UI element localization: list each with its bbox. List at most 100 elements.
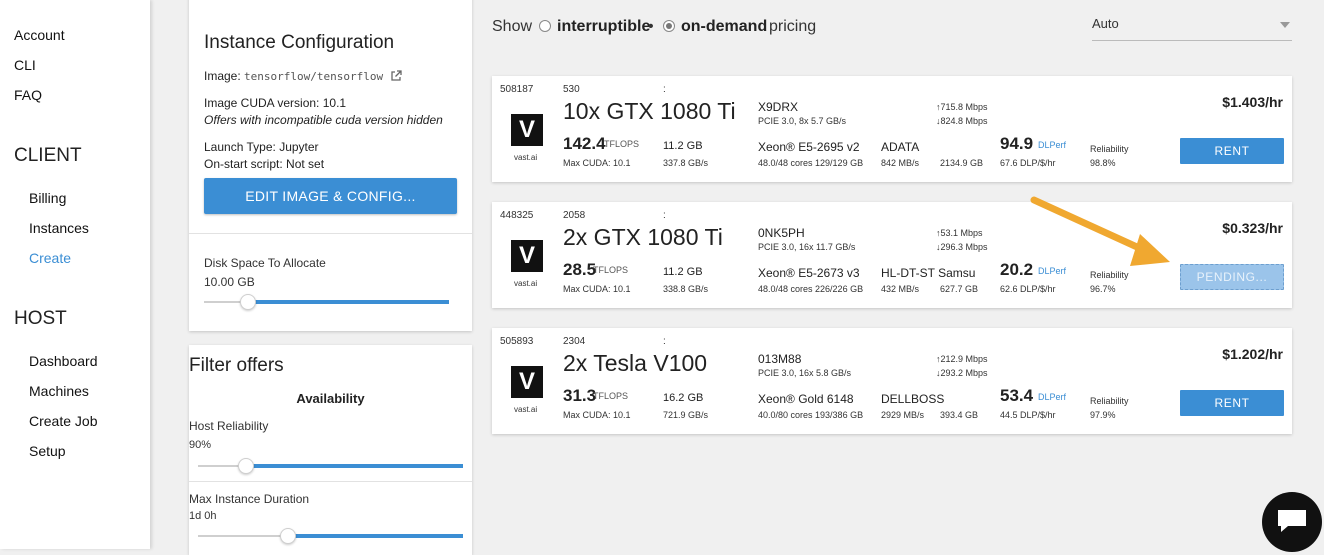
launch-line: Launch Type: Jupyter [204,140,319,154]
interruptible-radio[interactable] [539,20,551,32]
cpu-cores: 40.0/80 cores 193/386 GB [758,410,864,420]
gpu-ram: 16.2 GB [663,392,704,404]
disk-name: HL-DT-ST Samsu [881,266,976,280]
nav-setup-link[interactable]: Setup [29,443,66,459]
price: $1.202/hr [1222,346,1283,362]
rent-button[interactable]: RENT [1180,390,1284,416]
image-line: Image: tensorflow/tensorflow [204,69,403,85]
sort-select-value: Auto [1092,16,1119,31]
vast-logo-icon: V [511,366,543,398]
max-duration-value: 1d 0h [189,510,217,522]
onstart-value: Not set [286,157,325,171]
offer-number: 2304 [563,336,586,347]
logo-caption: vast.ai [514,279,538,288]
disk-space-value: 10.00 GB [204,275,255,289]
pending-button[interactable]: PENDING... [1180,264,1284,290]
tflops-value: 142.4 [563,134,606,153]
net-download: ↓824.8 Mbps [936,116,988,126]
edit-image-config-button[interactable]: EDIT IMAGE & CONFIG... [204,178,457,214]
dlperf-value: 94.9 [1000,134,1034,153]
config-title: Instance Configuration [204,32,395,53]
dlperf-value: 53.4 [1000,386,1034,405]
host-id: 0NK5PH [758,226,805,240]
dlperf-per-dollar: 44.5 DLP/$/hr [1000,410,1056,420]
filter-title: Filter offers [189,355,284,376]
offer-card: 505893 2304: Vvast.ai 2x Tesla V100 31.3 Max … [492,328,1292,434]
tflops-unit: TFLOPS [593,391,629,401]
disk-space-slider[interactable] [204,294,449,310]
nav-machines-link[interactable]: Machines [29,383,89,399]
sort-select[interactable]: Auto [1092,12,1292,41]
on-demand-label[interactable]: on-demand [681,18,767,36]
gpu-bandwidth: 338.8 GB/s [663,284,709,294]
tflops-unit: TFLOPS [593,265,629,275]
price: $1.403/hr [1222,94,1283,110]
max-duration-label: Max Instance Duration [189,492,310,506]
nav-host-header: HOST [14,308,67,329]
pricing-bullet: • [648,18,654,35]
instance-config-card: Instance Configuration Image: tensorflow… [189,0,472,331]
net-upload: ↑715.8 Mbps [936,102,988,112]
nav-billing-link[interactable]: Billing [29,190,66,206]
cpu-cores: 48.0/48 cores 129/129 GB [758,158,864,168]
gpu-ram: 11.2 GB [663,266,703,278]
host-reliability-slider[interactable] [198,458,463,474]
disk-size: 627.7 GB [940,284,979,294]
nav-create-job-link[interactable]: Create Job [29,413,97,429]
filter-offers-card: Filter offers Availability Host Reliabil… [189,345,472,555]
pricing-word: pricing [769,18,817,35]
nav-cli-link[interactable]: CLI [14,57,36,73]
offer-card: 508187 530: Vvast.ai 10x GTX 1080 Ti 142.4 Ma… [492,76,1292,182]
availability-heading: Availability [296,391,365,406]
image-value-link[interactable]: tensorflow/tensorflow [244,70,383,83]
price: $0.323/hr [1222,220,1283,236]
slider-thumb[interactable] [238,458,254,474]
max-duration-slider[interactable] [198,528,463,544]
gpu-bandwidth: 721.9 GB/s [663,410,709,420]
sidebar-nav: Account CLI FAQ CLIENT Billing Instances… [0,0,150,549]
dlperf-per-dollar: 62.6 DLP/$/hr [1000,284,1056,294]
vast-logo-icon: V [511,240,543,272]
pcie-info: PCIE 3.0, 16x 11.7 GB/s [758,242,856,252]
disk-name: ADATA [881,140,920,154]
filter-divider [189,481,472,482]
slider-thumb[interactable] [240,294,256,310]
nav-faq-link[interactable]: FAQ [14,87,42,103]
max-cuda: Max CUDA: 10.1 [563,158,631,168]
disk-speed: 432 MB/s [881,284,920,294]
reliability-label: Reliability [1090,144,1129,154]
disk-speed: 2929 MB/s [881,410,925,420]
rent-button[interactable]: RENT [1180,138,1284,164]
nav-create-link[interactable]: Create [29,250,71,266]
cpu-name: Xeon® E5-2673 v3 [758,266,860,280]
offer-colon: : [663,84,666,95]
host-reliability-value: 90% [189,439,212,451]
slider-thumb[interactable] [280,528,296,544]
tflops-value: 28.5 [563,260,597,279]
pcie-info: PCIE 3.0, 16x 5.8 GB/s [758,368,852,378]
cpu-cores: 48.0/48 cores 226/226 GB [758,284,864,294]
offer-id: 448325 [500,210,534,221]
on-demand-radio[interactable] [663,20,675,32]
offer-number: 530 [563,84,580,95]
cuda-note: Offers with incompatible cuda version hi… [204,113,443,127]
slider-fill [248,300,449,304]
dlperf-unit: DLPerf [1038,140,1067,150]
gpu-name: 2x Tesla V100 [563,350,708,376]
disk-name: DELLBOSS [881,392,945,406]
offer-number: 2058 [563,210,586,221]
external-link-icon[interactable] [390,70,403,85]
onstart-line: On-start script: Not set [204,157,324,171]
slider-track [198,535,288,537]
interruptible-label[interactable]: interruptible [557,18,650,36]
reliability-value: 97.9% [1090,410,1116,420]
slider-fill [288,534,463,538]
nav-instances-link[interactable]: Instances [29,220,89,236]
chat-widget-button[interactable] [1262,492,1322,552]
host-id: 013M88 [758,352,802,366]
host-reliability-label: Host Reliability [189,419,269,433]
nav-account-link[interactable]: Account [14,27,65,43]
gpu-name: 2x GTX 1080 Ti [563,224,723,250]
nav-dashboard-link[interactable]: Dashboard [29,353,98,369]
onstart-label: On-start script: [204,157,283,171]
